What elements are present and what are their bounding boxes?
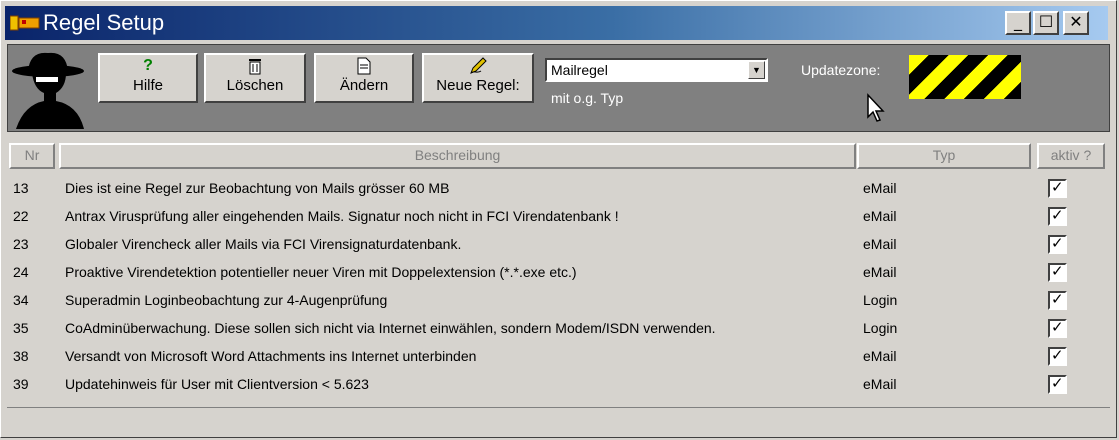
row-description: CoAdminüberwachung. Diese sollen sich ni… bbox=[65, 320, 716, 336]
column-header-nr-label: Nr bbox=[24, 147, 40, 163]
row-type: Login bbox=[863, 320, 898, 336]
maximize-icon: ☐ bbox=[1038, 12, 1054, 31]
row-description: Antrax Virusprüfung aller eingehenden Ma… bbox=[65, 208, 619, 224]
aktiv-checkbox[interactable]: ✓ bbox=[1048, 178, 1067, 198]
row-type: eMail bbox=[863, 264, 897, 280]
regel-setup-window: Regel Setup _ ☐ ✕ ? Hilfe Löschen Ändern bbox=[0, 0, 1117, 438]
close-icon: ✕ bbox=[1069, 12, 1083, 31]
delete-label: Löschen bbox=[226, 77, 284, 94]
help-label: Hilfe bbox=[132, 77, 163, 94]
edit-label: Ändern bbox=[339, 77, 389, 94]
column-header-aktiv[interactable]: aktiv ? bbox=[1037, 143, 1105, 169]
help-icon: ? bbox=[143, 57, 153, 74]
trash-icon bbox=[206, 55, 304, 77]
aktiv-checkbox[interactable]: ✓ bbox=[1048, 346, 1067, 366]
mouse-cursor-icon bbox=[867, 93, 885, 122]
column-header-beschreibung-label: Beschreibung bbox=[414, 147, 501, 163]
title-bar[interactable]: Regel Setup _ ☐ ✕ bbox=[5, 6, 1108, 40]
column-header-beschreibung[interactable]: Beschreibung bbox=[59, 143, 856, 169]
row-type: eMail bbox=[863, 376, 897, 392]
column-header-typ[interactable]: Typ bbox=[857, 143, 1031, 169]
table-row[interactable]: 24 Proaktive Virendetektion potentieller… bbox=[9, 258, 1109, 286]
window-title: Regel Setup bbox=[43, 10, 165, 35]
column-header-aktiv-label: aktiv ? bbox=[1050, 147, 1092, 163]
toolbar: ? Hilfe Löschen Ändern Neue Regel: Mailr… bbox=[7, 44, 1110, 132]
table-row[interactable]: 34 Superadmin Loginbeobachtung zur 4-Aug… bbox=[9, 286, 1109, 314]
aktiv-checkbox[interactable]: ✓ bbox=[1048, 290, 1067, 310]
checkmark-icon: ✓ bbox=[1051, 290, 1064, 308]
new-rule-label: Neue Regel: bbox=[436, 77, 520, 94]
help-button[interactable]: ? Hilfe bbox=[98, 53, 198, 103]
row-nr: 39 bbox=[13, 376, 29, 392]
row-nr: 35 bbox=[13, 320, 29, 336]
document-icon bbox=[316, 55, 412, 77]
row-type: eMail bbox=[863, 180, 897, 196]
row-nr: 38 bbox=[13, 348, 29, 364]
row-type: eMail bbox=[863, 348, 897, 364]
table-row[interactable]: 39 Updatehinweis für User mit Clientvers… bbox=[9, 370, 1109, 398]
aktiv-checkbox[interactable]: ✓ bbox=[1048, 318, 1067, 338]
close-button[interactable]: ✕ bbox=[1063, 11, 1089, 35]
edit-button[interactable]: Ändern bbox=[314, 53, 414, 103]
table-row[interactable]: 13 Dies ist eine Regel zur Beobachtung v… bbox=[9, 174, 1109, 202]
delete-button[interactable]: Löschen bbox=[204, 53, 306, 103]
row-description: Proaktive Virendetektion potentieller ne… bbox=[65, 264, 577, 280]
row-description: Versandt von Microsoft Word Attachments … bbox=[65, 348, 477, 364]
row-nr: 23 bbox=[13, 236, 29, 252]
minimize-icon: _ bbox=[1014, 12, 1022, 31]
app-icon bbox=[10, 15, 40, 31]
new-rule-button[interactable]: Neue Regel: bbox=[422, 53, 534, 103]
rules-table: 13 Dies ist eine Regel zur Beobachtung v… bbox=[9, 174, 1109, 404]
checkmark-icon: ✓ bbox=[1051, 178, 1064, 196]
rule-type-note: mit o.g. Typ bbox=[551, 90, 624, 106]
column-header-typ-label: Typ bbox=[932, 147, 956, 163]
row-nr: 24 bbox=[13, 264, 29, 280]
checkmark-icon: ✓ bbox=[1051, 206, 1064, 224]
updatezone-label: Updatezone: bbox=[801, 62, 881, 78]
updatezone-drop-area[interactable] bbox=[909, 55, 1021, 99]
checkmark-icon: ✓ bbox=[1051, 374, 1064, 392]
column-header-nr[interactable]: Nr bbox=[9, 143, 55, 169]
row-nr: 22 bbox=[13, 208, 29, 224]
rule-type-value: Mailregel bbox=[551, 62, 608, 78]
row-type: eMail bbox=[863, 236, 897, 252]
chevron-down-icon[interactable]: ▼ bbox=[748, 61, 765, 79]
aktiv-checkbox[interactable]: ✓ bbox=[1048, 262, 1067, 282]
row-type: Login bbox=[863, 292, 898, 308]
row-description: Globaler Virencheck aller Mails via FCI … bbox=[65, 236, 462, 252]
aktiv-checkbox[interactable]: ✓ bbox=[1048, 234, 1067, 254]
checkmark-icon: ✓ bbox=[1051, 346, 1064, 364]
row-type: eMail bbox=[863, 208, 897, 224]
table-row[interactable]: 23 Globaler Virencheck aller Mails via F… bbox=[9, 230, 1109, 258]
minimize-button[interactable]: _ bbox=[1005, 11, 1031, 35]
aktiv-checkbox[interactable]: ✓ bbox=[1048, 374, 1067, 394]
checkmark-icon: ✓ bbox=[1051, 318, 1064, 336]
spy-logo-icon bbox=[12, 52, 84, 129]
maximize-button[interactable]: ☐ bbox=[1033, 11, 1059, 35]
row-description: Dies ist eine Regel zur Beobachtung von … bbox=[65, 180, 450, 196]
status-bar bbox=[7, 407, 1110, 432]
aktiv-checkbox[interactable]: ✓ bbox=[1048, 206, 1067, 226]
pen-icon bbox=[424, 55, 532, 77]
checkmark-icon: ✓ bbox=[1051, 234, 1064, 252]
rule-type-select[interactable]: Mailregel ▼ bbox=[545, 58, 768, 82]
row-nr: 34 bbox=[13, 292, 29, 308]
row-description: Updatehinweis für User mit Clientversion… bbox=[65, 376, 369, 392]
table-row[interactable]: 22 Antrax Virusprüfung aller eingehenden… bbox=[9, 202, 1109, 230]
row-description: Superadmin Loginbeobachtung zur 4-Augenp… bbox=[65, 292, 388, 308]
checkmark-icon: ✓ bbox=[1051, 262, 1064, 280]
table-row[interactable]: 38 Versandt von Microsoft Word Attachmen… bbox=[9, 342, 1109, 370]
table-row[interactable]: 35 CoAdminüberwachung. Diese sollen sich… bbox=[9, 314, 1109, 342]
row-nr: 13 bbox=[13, 180, 29, 196]
